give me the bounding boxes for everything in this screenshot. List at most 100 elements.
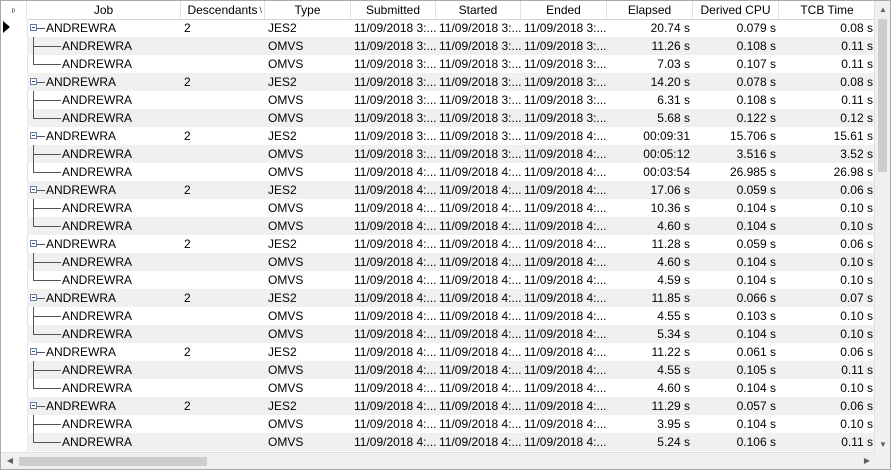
table-row[interactable]: ANDREWRA 2 JES2 11/09/2018 4:... 11/09/2018 … [27, 397, 876, 415]
cell-elapsed[interactable]: 4.55 s [607, 361, 693, 379]
cell-tcb[interactable]: 0.07 s [779, 289, 876, 307]
cell-submitted[interactable]: 11/09/2018 4:... [351, 379, 436, 397]
cell-type[interactable]: OMVS [265, 55, 351, 73]
cell-tcb[interactable]: 0.11 s [779, 91, 876, 109]
tree-collapse-icon[interactable] [30, 240, 37, 247]
column-header-elapsed[interactable]: Elapsed [607, 1, 693, 19]
table-row[interactable]: ANDREWRA 2 JES2 11/09/2018 3:... 11/09/2018 … [27, 19, 876, 37]
cell-tcb[interactable]: 0.06 s [779, 343, 876, 361]
cell-desc[interactable] [181, 217, 265, 235]
cell-submitted[interactable]: 11/09/2018 3:... [351, 37, 436, 55]
tree-collapse-icon[interactable] [30, 402, 37, 409]
cell-desc[interactable]: 2 [181, 343, 265, 361]
cell-ended[interactable]: 11/09/2018 4:... [521, 253, 607, 271]
tree-collapse-icon[interactable] [30, 78, 37, 85]
cell-elapsed[interactable]: 11.29 s [607, 397, 693, 415]
cell-cpu[interactable]: 0.108 s [693, 91, 779, 109]
cell-cpu[interactable]: 0.122 s [693, 109, 779, 127]
cell-ended[interactable]: 11/09/2018 4:... [521, 343, 607, 361]
cell-job[interactable]: ANDREWRA [27, 163, 181, 181]
table-row[interactable]: ANDREWRA OMVS 11/09/2018 3:... 11/09/2018 3… [27, 109, 876, 127]
cell-started[interactable]: 11/09/2018 4:... [436, 361, 521, 379]
cell-desc[interactable] [181, 361, 265, 379]
cell-elapsed[interactable]: 4.60 s [607, 253, 693, 271]
cell-desc[interactable]: 2 [181, 181, 265, 199]
cell-desc[interactable] [181, 55, 265, 73]
cell-job[interactable]: ANDREWRA [27, 109, 181, 127]
cell-submitted[interactable]: 11/09/2018 4:... [351, 361, 436, 379]
cell-submitted[interactable]: 11/09/2018 4:... [351, 289, 436, 307]
cell-cpu[interactable]: 0.103 s [693, 307, 779, 325]
cell-type[interactable]: JES2 [265, 181, 351, 199]
cell-cpu[interactable]: 0.104 s [693, 379, 779, 397]
cell-submitted[interactable]: 11/09/2018 3:... [351, 145, 436, 163]
cell-job[interactable]: ANDREWRA [27, 289, 181, 307]
cell-submitted[interactable]: 11/09/2018 3:... [351, 19, 436, 37]
cell-type[interactable]: OMVS [265, 199, 351, 217]
cell-type[interactable]: JES2 [265, 343, 351, 361]
cell-ended[interactable]: 11/09/2018 3:... [521, 91, 607, 109]
cell-desc[interactable]: 2 [181, 73, 265, 91]
cell-tcb[interactable]: 0.10 s [779, 253, 876, 271]
column-header-tcb[interactable]: TCB Time [779, 1, 876, 19]
horizontal-scroll-thumb[interactable] [19, 457, 207, 466]
cell-tcb[interactable]: 0.11 s [779, 55, 876, 73]
cell-submitted[interactable]: 11/09/2018 3:... [351, 73, 436, 91]
scroll-right-icon[interactable]: ▶ [859, 453, 875, 469]
cell-started[interactable]: 11/09/2018 4:... [436, 271, 521, 289]
tree-collapse-icon[interactable] [30, 24, 37, 31]
cell-submitted[interactable]: 11/09/2018 4:... [351, 397, 436, 415]
cell-ended[interactable]: 11/09/2018 4:... [521, 361, 607, 379]
cell-ended[interactable]: 11/09/2018 3:... [521, 19, 607, 37]
cell-job[interactable]: ANDREWRA [27, 199, 181, 217]
cell-cpu[interactable]: 0.104 s [693, 217, 779, 235]
cell-cpu[interactable]: 15.706 s [693, 127, 779, 145]
cell-elapsed[interactable]: 20.74 s [607, 19, 693, 37]
cell-desc[interactable] [181, 145, 265, 163]
cell-desc[interactable] [181, 91, 265, 109]
cell-type[interactable]: JES2 [265, 127, 351, 145]
cell-job[interactable]: ANDREWRA [27, 361, 181, 379]
cell-tcb[interactable]: 0.08 s [779, 73, 876, 91]
horizontal-scrollbar[interactable]: ◀ ▶ [1, 452, 890, 469]
cell-submitted[interactable]: 11/09/2018 4:... [351, 253, 436, 271]
table-row[interactable]: ANDREWRA OMVS 11/09/2018 3:... 11/09/2018 3… [27, 55, 876, 73]
cell-started[interactable]: 11/09/2018 4:... [436, 415, 521, 433]
row-selector-column[interactable] [1, 19, 28, 454]
cell-ended[interactable]: 11/09/2018 4:... [521, 433, 607, 451]
cell-job[interactable]: ANDREWRA [27, 127, 181, 145]
cell-cpu[interactable]: 0.079 s [693, 19, 779, 37]
cell-cpu[interactable]: 0.078 s [693, 73, 779, 91]
cell-tcb[interactable]: 0.10 s [779, 199, 876, 217]
cell-desc[interactable] [181, 271, 265, 289]
tree-collapse-icon[interactable] [30, 132, 37, 139]
cell-ended[interactable]: 11/09/2018 4:... [521, 325, 607, 343]
cell-elapsed[interactable]: 5.24 s [607, 433, 693, 451]
cell-job[interactable]: ANDREWRA [27, 397, 181, 415]
cell-ended[interactable]: 11/09/2018 4:... [521, 217, 607, 235]
cell-started[interactable]: 11/09/2018 4:... [436, 289, 521, 307]
scroll-up-icon[interactable]: ▲ [875, 2, 890, 18]
cell-tcb[interactable]: 0.10 s [779, 379, 876, 397]
cell-job[interactable]: ANDREWRA [27, 91, 181, 109]
table-row[interactable]: ANDREWRA 2 JES2 11/09/2018 3:... 11/09/2018 … [27, 73, 876, 91]
cell-job[interactable]: ANDREWRA [27, 271, 181, 289]
cell-elapsed[interactable]: 00:09:31 [607, 127, 693, 145]
cell-started[interactable]: 11/09/2018 4:... [436, 325, 521, 343]
cell-started[interactable]: 11/09/2018 3:... [436, 37, 521, 55]
table-row[interactable]: ANDREWRA OMVS 11/09/2018 3:... 11/09/2018 3… [27, 37, 876, 55]
cell-elapsed[interactable]: 6.31 s [607, 91, 693, 109]
cell-tcb[interactable]: 0.10 s [779, 415, 876, 433]
cell-submitted[interactable]: 11/09/2018 4:... [351, 307, 436, 325]
cell-started[interactable]: 11/09/2018 3:... [436, 19, 521, 37]
cell-job[interactable]: ANDREWRA [27, 217, 181, 235]
tree-collapse-icon[interactable] [30, 348, 37, 355]
cell-elapsed[interactable]: 11.26 s [607, 37, 693, 55]
cell-tcb[interactable]: 0.06 s [779, 235, 876, 253]
cell-elapsed[interactable]: 11.22 s [607, 343, 693, 361]
cell-type[interactable]: JES2 [265, 289, 351, 307]
cell-job[interactable]: ANDREWRA [27, 145, 181, 163]
cell-type[interactable]: JES2 [265, 73, 351, 91]
cell-job[interactable]: ANDREWRA [27, 343, 181, 361]
cell-desc[interactable] [181, 253, 265, 271]
